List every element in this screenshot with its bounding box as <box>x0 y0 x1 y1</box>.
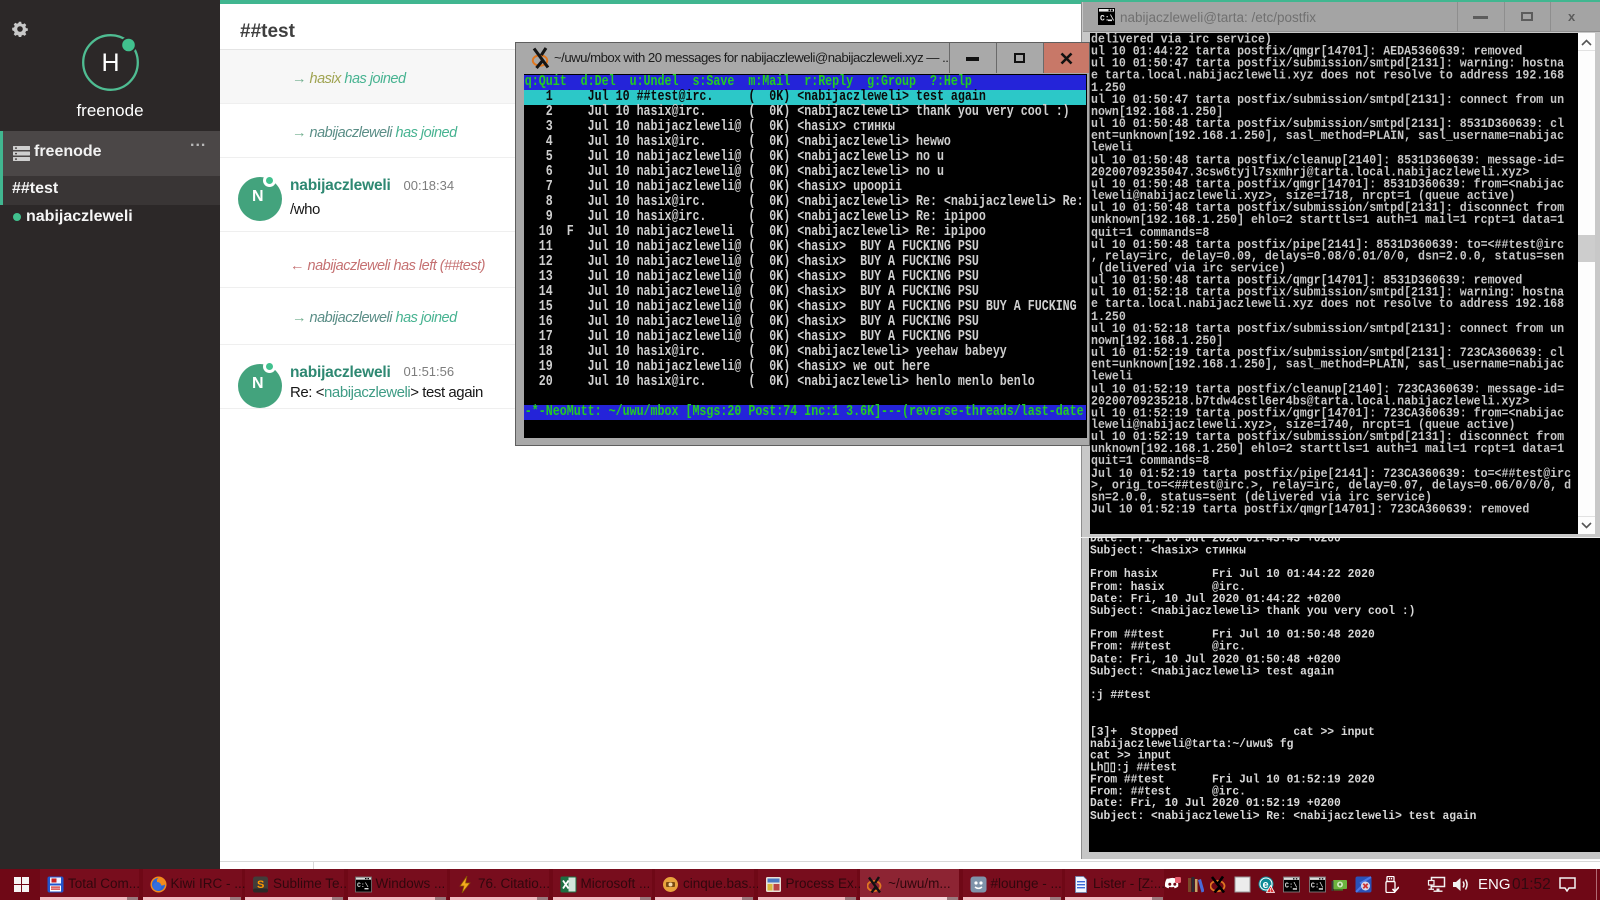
svg-text:e: e <box>1263 879 1269 891</box>
svg-text:C:\: C:\ <box>1100 15 1115 24</box>
svg-text:!: ! <box>1270 888 1272 893</box>
svg-text:C:\: C:\ <box>357 882 369 889</box>
svg-text:S: S <box>257 879 264 891</box>
